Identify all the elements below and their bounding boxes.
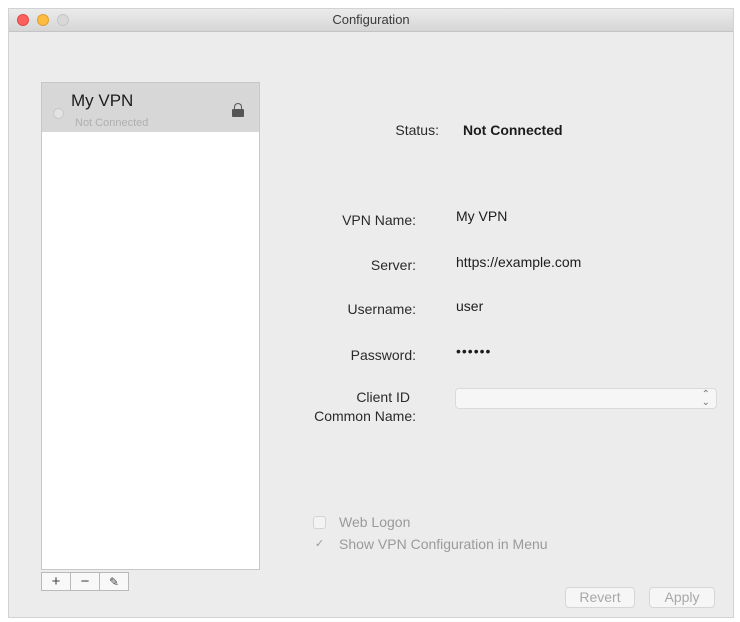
server-value: https://example.com <box>456 254 582 270</box>
show-in-menu-option[interactable]: ✓ Show VPN Configuration in Menu <box>313 536 548 552</box>
minus-icon: − <box>80 573 90 590</box>
pencil-icon: ✎ <box>108 574 120 589</box>
vpn-item-status: Not Connected <box>75 117 149 129</box>
password-value: •••••• <box>456 343 492 359</box>
revert-button[interactable]: Revert <box>565 587 635 608</box>
vpn-item-name: My VPN <box>71 91 134 110</box>
title-bar: Configuration <box>9 9 733 32</box>
username-value: user <box>456 298 484 314</box>
apply-button[interactable]: Apply <box>649 587 715 608</box>
client-id-select[interactable]: ⌃ ⌄ <box>455 388 717 409</box>
web-logon-label: Web Logon <box>339 514 411 530</box>
list-item-my-vpn[interactable]: My VPN Not Connected <box>42 83 259 132</box>
server-label: Server: <box>370 257 416 273</box>
status-label: Status: <box>395 122 439 138</box>
up-down-chevron-icon: ⌃ ⌄ <box>701 389 710 408</box>
remove-vpn-button[interactable]: − <box>70 572 100 591</box>
vpn-name-label: VPN Name: <box>342 212 416 228</box>
client-id-label-line1: Client ID <box>356 389 410 405</box>
lock-icon <box>232 103 244 117</box>
checkmark-icon: ✓ <box>314 537 325 550</box>
client-id-label-line2: Common Name: <box>314 408 416 424</box>
connection-indicator <box>53 108 64 119</box>
web-logon-option[interactable]: Web Logon <box>313 514 410 530</box>
vpn-list[interactable]: My VPN Not Connected <box>41 82 260 570</box>
show-in-menu-checkbox[interactable]: ✓ <box>313 538 326 551</box>
edit-vpn-button[interactable]: ✎ <box>99 572 129 591</box>
add-vpn-button[interactable]: + <box>41 572 71 591</box>
show-in-menu-label: Show VPN Configuration in Menu <box>339 536 548 552</box>
username-label: Username: <box>347 301 416 317</box>
vpn-name-value: My VPN <box>456 208 508 224</box>
web-logon-checkbox[interactable] <box>313 515 326 529</box>
status-value: Not Connected <box>463 122 563 138</box>
password-label: Password: <box>350 347 416 363</box>
configuration-window: Configuration My VPN Not Connected + − ✎… <box>8 8 734 618</box>
window-title: Configuration <box>332 12 410 27</box>
list-toolbar: + − ✎ <box>41 572 129 591</box>
plus-icon: + <box>51 573 61 590</box>
